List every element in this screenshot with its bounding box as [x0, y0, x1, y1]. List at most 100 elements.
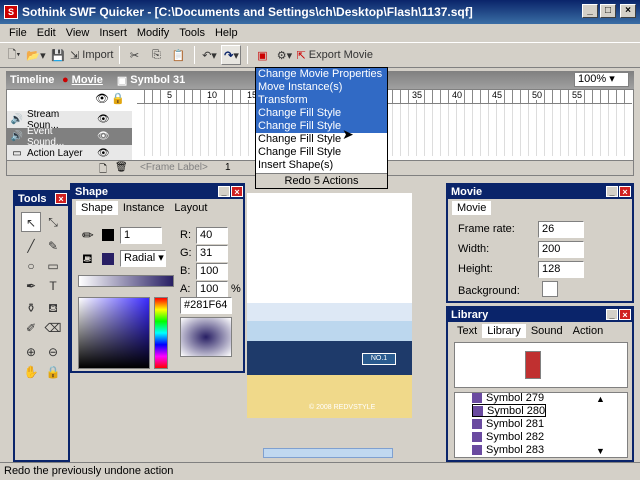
- hue-slider[interactable]: [154, 297, 168, 369]
- minimize-icon[interactable]: _: [218, 186, 230, 197]
- redo-item[interactable]: Move Instance(s): [256, 81, 387, 94]
- line-color-swatch[interactable]: [102, 229, 114, 241]
- maximize-button[interactable]: □: [600, 4, 616, 18]
- height-field[interactable]: 128: [538, 261, 584, 278]
- fill-color-icon[interactable]: ⛾: [82, 251, 93, 269]
- blue-field[interactable]: 100: [196, 263, 228, 280]
- tab-action[interactable]: Action: [568, 324, 609, 338]
- menu-file[interactable]: File: [4, 27, 32, 39]
- zoom-in-icon[interactable]: ⊕: [21, 342, 41, 362]
- add-layer-icon[interactable]: 🗋: [99, 162, 107, 179]
- minimize-button[interactable]: _: [582, 4, 598, 18]
- redo-item[interactable]: Insert Shape(s): [256, 159, 387, 172]
- tab-instance[interactable]: Instance: [118, 201, 170, 215]
- library-item[interactable]: Symbol 282: [472, 430, 544, 443]
- color-picker[interactable]: [78, 297, 150, 369]
- hex-field[interactable]: #281F64: [180, 297, 232, 314]
- menu-insert[interactable]: Insert: [94, 27, 132, 39]
- minimize-icon[interactable]: _: [606, 309, 618, 320]
- visible-icon[interactable]: 👁: [97, 114, 110, 125]
- close-icon[interactable]: ×: [55, 193, 67, 204]
- background-color-swatch[interactable]: [542, 281, 558, 297]
- gradient-bar[interactable]: [78, 275, 174, 287]
- redo-item[interactable]: Change Fill Style: [256, 133, 387, 146]
- red-field[interactable]: 40: [196, 227, 228, 244]
- green-field[interactable]: 31: [196, 245, 228, 262]
- eraser-tool-icon[interactable]: ⌫: [43, 318, 63, 338]
- menu-view[interactable]: View: [61, 27, 95, 39]
- library-item[interactable]: Symbol 281: [472, 417, 544, 430]
- pencil-tool-icon[interactable]: ✎: [43, 236, 63, 256]
- tab-shape[interactable]: Shape: [76, 201, 118, 215]
- new-file-icon[interactable]: 🗋▾: [4, 45, 24, 65]
- lock-tool-icon[interactable]: 🔒: [43, 362, 63, 382]
- visible-icon[interactable]: 👁: [97, 131, 110, 142]
- paste-icon[interactable]: 📋: [168, 45, 188, 65]
- line-tool-icon[interactable]: ╱: [21, 236, 41, 256]
- stage-canvas[interactable]: NO.1 © 2008 REDVSTYLE: [247, 193, 412, 418]
- tab-sound[interactable]: Sound: [526, 324, 568, 338]
- open-folder-icon[interactable]: 📂▾: [26, 45, 46, 65]
- eye-icon[interactable]: 👁: [95, 92, 109, 105]
- frame-label-field[interactable]: <Frame Label>: [140, 162, 208, 173]
- stage-scrollbar[interactable]: [263, 448, 393, 458]
- library-item[interactable]: Symbol 280: [472, 404, 547, 417]
- library-item[interactable]: Symbol 279: [472, 391, 544, 404]
- redo-item[interactable]: Change Fill Style: [256, 146, 387, 159]
- tab-layout[interactable]: Layout: [169, 201, 212, 215]
- test-movie-icon[interactable]: ▣: [252, 45, 272, 65]
- redo-item[interactable]: Change Movie Properties: [256, 68, 387, 81]
- visible-icon[interactable]: 👁: [97, 148, 110, 159]
- minimize-icon[interactable]: _: [606, 186, 618, 197]
- alpha-field[interactable]: 100: [196, 281, 228, 298]
- save-icon[interactable]: 💾: [48, 45, 68, 65]
- close-icon[interactable]: ×: [619, 309, 631, 320]
- rectangle-tool-icon[interactable]: ▭: [43, 256, 63, 276]
- layer-row[interactable]: 🔊 Event Sound... 👁: [7, 126, 132, 148]
- tab-text[interactable]: Text: [452, 324, 482, 338]
- arrow-tool-icon[interactable]: ↖: [21, 212, 41, 232]
- movie-link[interactable]: Movie: [72, 74, 103, 86]
- zoom-out-icon[interactable]: ⊖: [43, 342, 63, 362]
- frame-rate-field[interactable]: 26: [538, 221, 584, 238]
- copy-icon[interactable]: ⎘: [146, 45, 166, 65]
- zoom-select[interactable]: 100% ▾: [574, 72, 629, 87]
- lock-icon[interactable]: 🔒: [111, 92, 125, 105]
- subselect-tool-icon[interactable]: ⤡: [43, 212, 63, 232]
- scrollbar-down-icon[interactable]: ▼: [596, 446, 605, 456]
- redo-item[interactable]: Change Fill Style: [256, 107, 387, 120]
- menu-modify[interactable]: Modify: [132, 27, 174, 39]
- line-color-icon[interactable]: ✏: [82, 227, 94, 244]
- delete-layer-icon[interactable]: 🗑: [115, 162, 128, 173]
- redo-button[interactable]: ↷ ▾: [221, 45, 242, 65]
- undo-icon[interactable]: ↶▾: [199, 45, 219, 65]
- menu-tools[interactable]: Tools: [174, 27, 210, 39]
- ink-bottle-icon[interactable]: ⚱: [21, 298, 41, 318]
- tab-movie[interactable]: Movie: [452, 201, 492, 215]
- blue-value: 100: [200, 265, 219, 277]
- tab-library[interactable]: Library: [482, 324, 526, 338]
- text-tool-icon[interactable]: T: [43, 276, 63, 296]
- pen-tool-icon[interactable]: ✒: [21, 276, 41, 296]
- hand-tool-icon[interactable]: ✋: [21, 362, 41, 382]
- import-button[interactable]: ⇲ Import: [70, 45, 113, 65]
- cut-icon[interactable]: ✂: [124, 45, 144, 65]
- line-width-field[interactable]: 1: [120, 227, 162, 244]
- menu-edit[interactable]: Edit: [32, 27, 61, 39]
- scrollbar-up-icon[interactable]: ▲: [596, 394, 605, 404]
- export-movie-button[interactable]: ⇱ Export Movie: [296, 45, 372, 65]
- fill-type-select[interactable]: Radial ▾: [120, 250, 166, 267]
- width-field[interactable]: 200: [538, 241, 584, 258]
- redo-item[interactable]: Transform: [256, 94, 387, 107]
- menu-help[interactable]: Help: [210, 27, 243, 39]
- ellipse-tool-icon[interactable]: ○: [21, 256, 41, 276]
- eyedropper-icon[interactable]: ✐: [21, 318, 41, 338]
- close-button[interactable]: ×: [620, 4, 636, 18]
- library-item[interactable]: Symbol 283: [472, 443, 544, 456]
- paint-bucket-icon[interactable]: ⛾: [43, 298, 63, 318]
- close-icon[interactable]: ×: [231, 186, 243, 197]
- fill-color-swatch[interactable]: [102, 253, 114, 265]
- redo-item[interactable]: Change Fill Style: [256, 120, 387, 133]
- close-icon[interactable]: ×: [619, 186, 631, 197]
- settings-icon[interactable]: ⚙▾: [274, 45, 294, 65]
